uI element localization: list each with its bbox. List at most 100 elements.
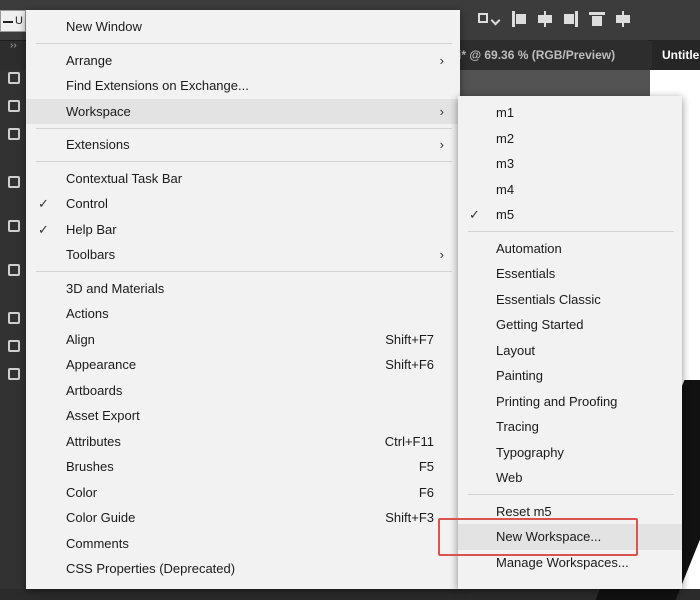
menu-separator bbox=[36, 161, 452, 162]
menu-item-css-properties-deprecated[interactable]: CSS Properties (Deprecated) bbox=[26, 556, 460, 582]
align-center-icon[interactable] bbox=[536, 10, 554, 28]
document-tab[interactable]: i* @ 69.36 % (RGB/Preview) bbox=[458, 40, 648, 70]
menu-item-artboards[interactable]: Artboards bbox=[26, 378, 460, 404]
selection-tool-icon[interactable] bbox=[8, 72, 20, 84]
menu-item-label: Appearance bbox=[66, 357, 137, 372]
checkmark-icon: ✓ bbox=[38, 221, 49, 237]
menu-item-label: Asset Export bbox=[66, 408, 140, 423]
menu-item-m2[interactable]: m2 bbox=[458, 126, 682, 152]
menu-item-help-bar[interactable]: ✓ Help Bar bbox=[26, 217, 460, 243]
menu-item-painting[interactable]: Painting bbox=[458, 363, 682, 389]
menu-item-m1[interactable]: m1 bbox=[458, 100, 682, 126]
direct-selection-tool-icon[interactable] bbox=[8, 100, 20, 112]
menu-item-brushes[interactable]: Brushes F5 bbox=[26, 454, 460, 480]
menu-item-label: Color bbox=[66, 484, 98, 500]
menu-item-align[interactable]: Align Shift+F7 bbox=[26, 327, 460, 353]
shortcut-label: Shift+F3 bbox=[385, 510, 434, 525]
menu-item-actions[interactable]: Actions bbox=[26, 301, 460, 327]
align-left-icon[interactable] bbox=[510, 10, 528, 28]
tools-panel bbox=[0, 70, 28, 589]
menu-item-control[interactable]: ✓ Control bbox=[26, 191, 460, 217]
width-tool-icon[interactable] bbox=[8, 340, 20, 352]
menu-item-find-extensions-on-exchange[interactable]: Find Extensions on Exchange... bbox=[26, 73, 460, 99]
highlight-callout bbox=[438, 518, 638, 556]
menu-item-getting-started[interactable]: Getting Started bbox=[458, 312, 682, 338]
menu-item-label: Typography bbox=[496, 444, 564, 460]
menu-item-label: Printing and Proofing bbox=[496, 393, 618, 409]
shape-dropdown-icon[interactable] bbox=[476, 10, 502, 28]
menu-item-label: New Window bbox=[66, 19, 142, 34]
menu-separator bbox=[468, 231, 674, 232]
menu-item-label: Painting bbox=[496, 368, 543, 383]
menu-item-label: Workspace bbox=[66, 103, 131, 119]
menu-item-label: Align bbox=[66, 331, 95, 347]
menu-item-automation[interactable]: Automation bbox=[458, 236, 682, 262]
collapse-panels-icon[interactable]: ›› bbox=[10, 40, 17, 51]
menu-item-toolbars[interactable]: Toolbars › bbox=[26, 242, 460, 268]
align-right-icon[interactable] bbox=[562, 10, 580, 28]
chevron-right-icon: › bbox=[439, 52, 444, 68]
menu-item-m3[interactable]: m3 bbox=[458, 151, 682, 177]
align-middle-icon[interactable] bbox=[614, 10, 632, 28]
chevron-right-icon: › bbox=[439, 137, 444, 152]
menu-item-color-guide[interactable]: Color Guide Shift+F3 bbox=[26, 505, 460, 531]
menu-item-label: m5 bbox=[496, 207, 515, 222]
menu-item-label: Manage Workspaces... bbox=[496, 554, 629, 570]
menu-item-m5[interactable]: ✓ m5 bbox=[458, 202, 682, 228]
workspace-switcher[interactable]: U bbox=[0, 10, 26, 32]
shortcut-label: F5 bbox=[418, 459, 434, 474]
menu-item-m4[interactable]: m4 bbox=[458, 177, 682, 203]
workspace-submenu: m1 m2 m3 m4 ✓ m5 Automation Essentials Essential… bbox=[458, 96, 682, 589]
menu-item-attributes[interactable]: Attributes Ctrl+F11 bbox=[26, 429, 460, 455]
menu-item-label: Web bbox=[496, 470, 523, 485]
checkmark-icon: ✓ bbox=[469, 207, 480, 222]
brush-tool-icon[interactable] bbox=[8, 368, 20, 380]
menu-item-arrange[interactable]: Arrange › bbox=[26, 48, 460, 74]
menu-item-label: m3 bbox=[496, 156, 515, 171]
menu-item-tracing[interactable]: Tracing bbox=[458, 414, 682, 440]
menu-item-label: Help Bar bbox=[66, 221, 117, 237]
type-tool-icon[interactable] bbox=[8, 176, 20, 188]
align-toolbar bbox=[476, 8, 632, 30]
window-menu: New Window Arrange › Find Extensions on Exc… bbox=[26, 10, 460, 589]
menu-item-new-window[interactable]: New Window bbox=[26, 14, 460, 40]
menu-item-workspace[interactable]: Workspace › bbox=[26, 98, 460, 124]
menu-item-label: CSS Properties (Deprecated) bbox=[66, 561, 236, 576]
menu-item-label: Tracing bbox=[496, 419, 539, 434]
shortcut-label: Shift+F7 bbox=[385, 331, 434, 347]
menu-item-web[interactable]: Web bbox=[458, 465, 682, 491]
menu-item-typography[interactable]: Typography bbox=[458, 440, 682, 466]
graph-tool-icon[interactable] bbox=[8, 312, 20, 324]
menu-item-label: Contextual Task Bar bbox=[66, 170, 183, 186]
menu-item-label: Actions bbox=[66, 306, 109, 321]
menu-item-contextual-task-bar[interactable]: Contextual Task Bar bbox=[26, 166, 460, 192]
menu-item-label: Control bbox=[66, 196, 108, 211]
menu-item-3d-and-materials[interactable]: 3D and Materials bbox=[26, 276, 460, 302]
menu-item-label: Color Guide bbox=[66, 510, 136, 525]
menu-item-extensions[interactable]: Extensions › bbox=[26, 132, 460, 158]
menu-item-printing-and-proofing[interactable]: Printing and Proofing bbox=[458, 389, 682, 415]
menu-item-label: Brushes bbox=[66, 459, 114, 474]
menu-item-color[interactable]: Color F6 bbox=[26, 480, 460, 506]
menu-item-label: Essentials bbox=[496, 266, 556, 281]
menu-item-layout[interactable]: Layout bbox=[458, 338, 682, 364]
menu-item-label: Automation bbox=[496, 240, 562, 256]
menu-item-label: 3D and Materials bbox=[66, 280, 165, 296]
menu-separator bbox=[468, 494, 674, 495]
menu-item-comments[interactable]: Comments bbox=[26, 531, 460, 557]
menu-item-asset-export[interactable]: Asset Export bbox=[26, 403, 460, 429]
menu-item-label: Toolbars bbox=[66, 247, 116, 262]
align-top-icon[interactable] bbox=[588, 10, 606, 28]
menu-item-label: Artboards bbox=[66, 382, 123, 398]
menu-item-essentials-classic[interactable]: Essentials Classic bbox=[458, 287, 682, 313]
checkmark-icon: ✓ bbox=[38, 196, 49, 211]
menu-item-label: m2 bbox=[496, 130, 515, 146]
menu-item-label: Arrange bbox=[66, 52, 113, 68]
menu-item-appearance[interactable]: Appearance Shift+F6 bbox=[26, 352, 460, 378]
document-tab-untitled[interactable]: Untitle bbox=[652, 40, 700, 70]
rotate-tool-icon[interactable] bbox=[8, 264, 20, 276]
rectangle-tool-icon[interactable] bbox=[8, 220, 20, 232]
menu-item-label: Attributes bbox=[66, 433, 121, 449]
menu-item-essentials[interactable]: Essentials bbox=[458, 261, 682, 287]
pen-tool-icon[interactable] bbox=[8, 128, 20, 140]
